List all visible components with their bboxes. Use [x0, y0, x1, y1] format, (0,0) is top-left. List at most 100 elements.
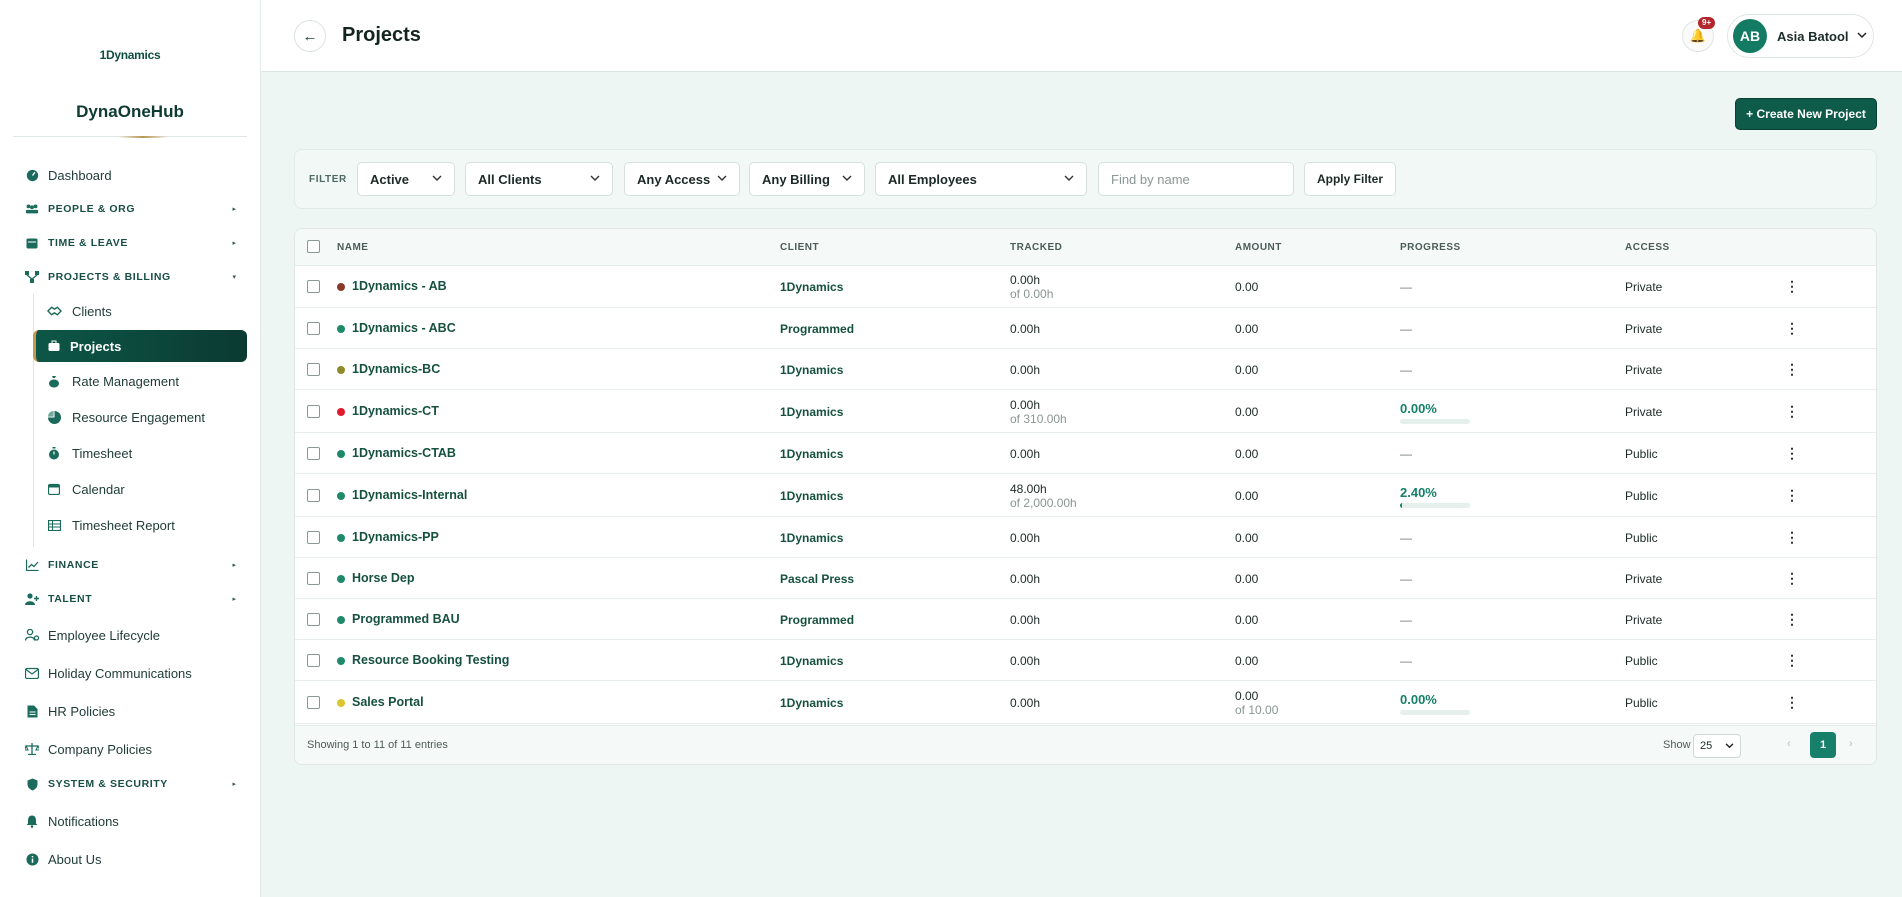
- table-row[interactable]: 1Dynamics - AB 1Dynamics 0.00h of 0.00h 0.00…: [295, 266, 1876, 308]
- row-checkbox[interactable]: [307, 363, 320, 376]
- project-name-link[interactable]: 1Dynamics-CT: [352, 404, 439, 418]
- client-link[interactable]: 1Dynamics: [780, 405, 843, 419]
- row-actions-kebab-icon[interactable]: ⋮: [1785, 570, 1799, 587]
- row-checkbox[interactable]: [307, 613, 320, 626]
- row-actions-kebab-icon[interactable]: ⋮: [1785, 445, 1799, 462]
- row-checkbox[interactable]: [307, 322, 320, 335]
- project-name-link[interactable]: Programmed BAU: [352, 612, 460, 626]
- client-link[interactable]: 1Dynamics: [780, 654, 843, 668]
- project-name-link[interactable]: Horse Dep: [352, 571, 415, 585]
- project-name-link[interactable]: 1Dynamics - AB: [352, 279, 447, 293]
- project-name-link[interactable]: 1Dynamics-BC: [352, 362, 440, 376]
- sidebar-item-timesheet[interactable]: Timesheet: [46, 438, 236, 468]
- client-link[interactable]: 1Dynamics: [780, 696, 843, 710]
- sidebar-item-clients[interactable]: Clients: [46, 296, 236, 326]
- sidebar-item-projects[interactable]: Projects: [33, 330, 247, 362]
- client-link[interactable]: 1Dynamics: [780, 531, 843, 545]
- row-checkbox[interactable]: [307, 280, 320, 293]
- client-link[interactable]: 1Dynamics: [780, 280, 843, 294]
- sidebar-item-notifications[interactable]: Notifications: [24, 806, 236, 836]
- row-checkbox[interactable]: [307, 654, 320, 667]
- billing-filter-select[interactable]: Any Billing: [749, 162, 865, 196]
- select-all-checkbox[interactable]: [307, 240, 320, 253]
- sidebar-item-timesheet-report[interactable]: Timesheet Report: [46, 510, 236, 540]
- table-row[interactable]: 1Dynamics-CT 1Dynamics 0.00h of 310.00h 0.00…: [295, 390, 1876, 433]
- row-checkbox[interactable]: [307, 489, 320, 502]
- back-button[interactable]: ←: [294, 20, 326, 52]
- row-checkbox[interactable]: [307, 405, 320, 418]
- column-header-name[interactable]: NAME: [337, 242, 368, 253]
- column-header-access[interactable]: ACCESS: [1625, 242, 1670, 253]
- apply-filter-button[interactable]: Apply Filter: [1304, 162, 1396, 196]
- table-row[interactable]: 1Dynamics-CTAB 1Dynamics 0.00h 0.00 — Public ⋮: [295, 433, 1876, 474]
- row-actions-kebab-icon[interactable]: ⋮: [1785, 694, 1799, 711]
- sidebar-section-talent[interactable]: TALENT ▸: [24, 584, 236, 614]
- row-actions-kebab-icon[interactable]: ⋮: [1785, 320, 1799, 337]
- project-name-link[interactable]: 1Dynamics-Internal: [352, 488, 467, 502]
- sidebar-item-rate-management[interactable]: Rate Management: [46, 366, 236, 396]
- row-actions-kebab-icon[interactable]: ⋮: [1785, 611, 1799, 628]
- find-by-name-input[interactable]: [1098, 162, 1294, 196]
- amount-cell: 0.00: [1235, 363, 1258, 377]
- project-name-link[interactable]: 1Dynamics - ABC: [352, 321, 456, 335]
- progress-cell: —: [1400, 654, 1412, 668]
- table-row[interactable]: Programmed BAU Programmed 0.00h 0.00 — Privat…: [295, 599, 1876, 640]
- sidebar-item-about-us[interactable]: About Us: [24, 844, 236, 874]
- page-size-select[interactable]: 25: [1693, 734, 1741, 758]
- client-link[interactable]: Programmed: [780, 613, 854, 627]
- row-actions-kebab-icon[interactable]: ⋮: [1785, 529, 1799, 546]
- row-checkbox[interactable]: [307, 572, 320, 585]
- row-actions-kebab-icon[interactable]: ⋮: [1785, 652, 1799, 669]
- client-link[interactable]: Pascal Press: [780, 572, 854, 586]
- client-link[interactable]: 1Dynamics: [780, 363, 843, 377]
- column-header-tracked[interactable]: TRACKED: [1010, 242, 1062, 253]
- row-checkbox[interactable]: [307, 531, 320, 544]
- column-header-progress[interactable]: PROGRESS: [1400, 242, 1461, 253]
- column-header-amount[interactable]: AMOUNT: [1235, 242, 1282, 253]
- sidebar-section-system-security[interactable]: SYSTEM & SECURITY ▸: [24, 769, 236, 799]
- table-row[interactable]: 1Dynamics-Internal 1Dynamics 48.00h of 2,00…: [295, 474, 1876, 517]
- sidebar-item-resource-engagement[interactable]: Resource Engagement: [46, 402, 236, 432]
- employees-filter-select[interactable]: All Employees: [875, 162, 1087, 196]
- page-button-current[interactable]: 1: [1810, 732, 1836, 758]
- row-actions-kebab-icon[interactable]: ⋮: [1785, 487, 1799, 504]
- project-name-link[interactable]: Resource Booking Testing: [352, 653, 509, 667]
- client-link[interactable]: 1Dynamics: [780, 447, 843, 461]
- create-new-project-button[interactable]: + Create New Project: [1735, 98, 1877, 130]
- row-checkbox[interactable]: [307, 447, 320, 460]
- row-actions-kebab-icon[interactable]: ⋮: [1785, 403, 1799, 420]
- sidebar-item-dashboard[interactable]: Dashboard: [24, 160, 236, 190]
- project-name-link[interactable]: Sales Portal: [352, 695, 424, 709]
- chevron-down-icon: [1064, 174, 1074, 184]
- sidebar-section-projects-billing[interactable]: PROJECTS & BILLING ▾: [24, 262, 236, 292]
- row-actions-kebab-icon[interactable]: ⋮: [1785, 361, 1799, 378]
- project-name-link[interactable]: 1Dynamics-CTAB: [352, 446, 456, 460]
- sidebar-section-people-org[interactable]: PEOPLE & ORG ▸: [24, 194, 236, 224]
- table-row[interactable]: 1Dynamics-PP 1Dynamics 0.00h 0.00 — Public ⋮: [295, 517, 1876, 558]
- row-actions-kebab-icon[interactable]: ⋮: [1785, 278, 1799, 295]
- user-menu[interactable]: AB Asia Batool: [1727, 14, 1874, 58]
- access-filter-select[interactable]: Any Access: [624, 162, 740, 196]
- table-row[interactable]: Horse Dep Pascal Press 0.00h 0.00 — Private ⋮: [295, 558, 1876, 599]
- sidebar-section-time-leave[interactable]: TIME & LEAVE ▸: [24, 228, 236, 258]
- clients-filter-select[interactable]: All Clients: [465, 162, 613, 196]
- row-checkbox[interactable]: [307, 696, 320, 709]
- sidebar-section-finance[interactable]: FINANCE ▸: [24, 550, 236, 580]
- table-row[interactable]: Resource Booking Testing 1Dynamics 0.00h 0.…: [295, 640, 1876, 681]
- column-header-client[interactable]: CLIENT: [780, 242, 819, 253]
- sidebar-item-hr-policies[interactable]: HR Policies: [24, 696, 236, 726]
- project-name-link[interactable]: 1Dynamics-PP: [352, 530, 439, 544]
- table-row[interactable]: Sales Portal 1Dynamics 0.00h 0.00 of 10.00 0.…: [295, 681, 1876, 724]
- sidebar-item-calendar[interactable]: Calendar: [46, 474, 236, 504]
- previous-page-button[interactable]: ‹: [1787, 738, 1791, 750]
- client-link[interactable]: Programmed: [780, 322, 854, 336]
- select-value: Any Billing: [762, 171, 830, 187]
- status-filter-select[interactable]: Active: [357, 162, 455, 196]
- sidebar-item-employee-lifecycle[interactable]: Employee Lifecycle: [24, 620, 236, 650]
- sidebar-item-company-policies[interactable]: Company Policies: [24, 734, 236, 764]
- next-page-button[interactable]: ›: [1849, 738, 1853, 750]
- table-row[interactable]: 1Dynamics - ABC Programmed 0.00h 0.00 — Priva…: [295, 308, 1876, 349]
- client-link[interactable]: 1Dynamics: [780, 489, 843, 503]
- table-row[interactable]: 1Dynamics-BC 1Dynamics 0.00h 0.00 — Private ⋮: [295, 349, 1876, 390]
- sidebar-item-holiday-communications[interactable]: Holiday Communications: [24, 658, 236, 688]
